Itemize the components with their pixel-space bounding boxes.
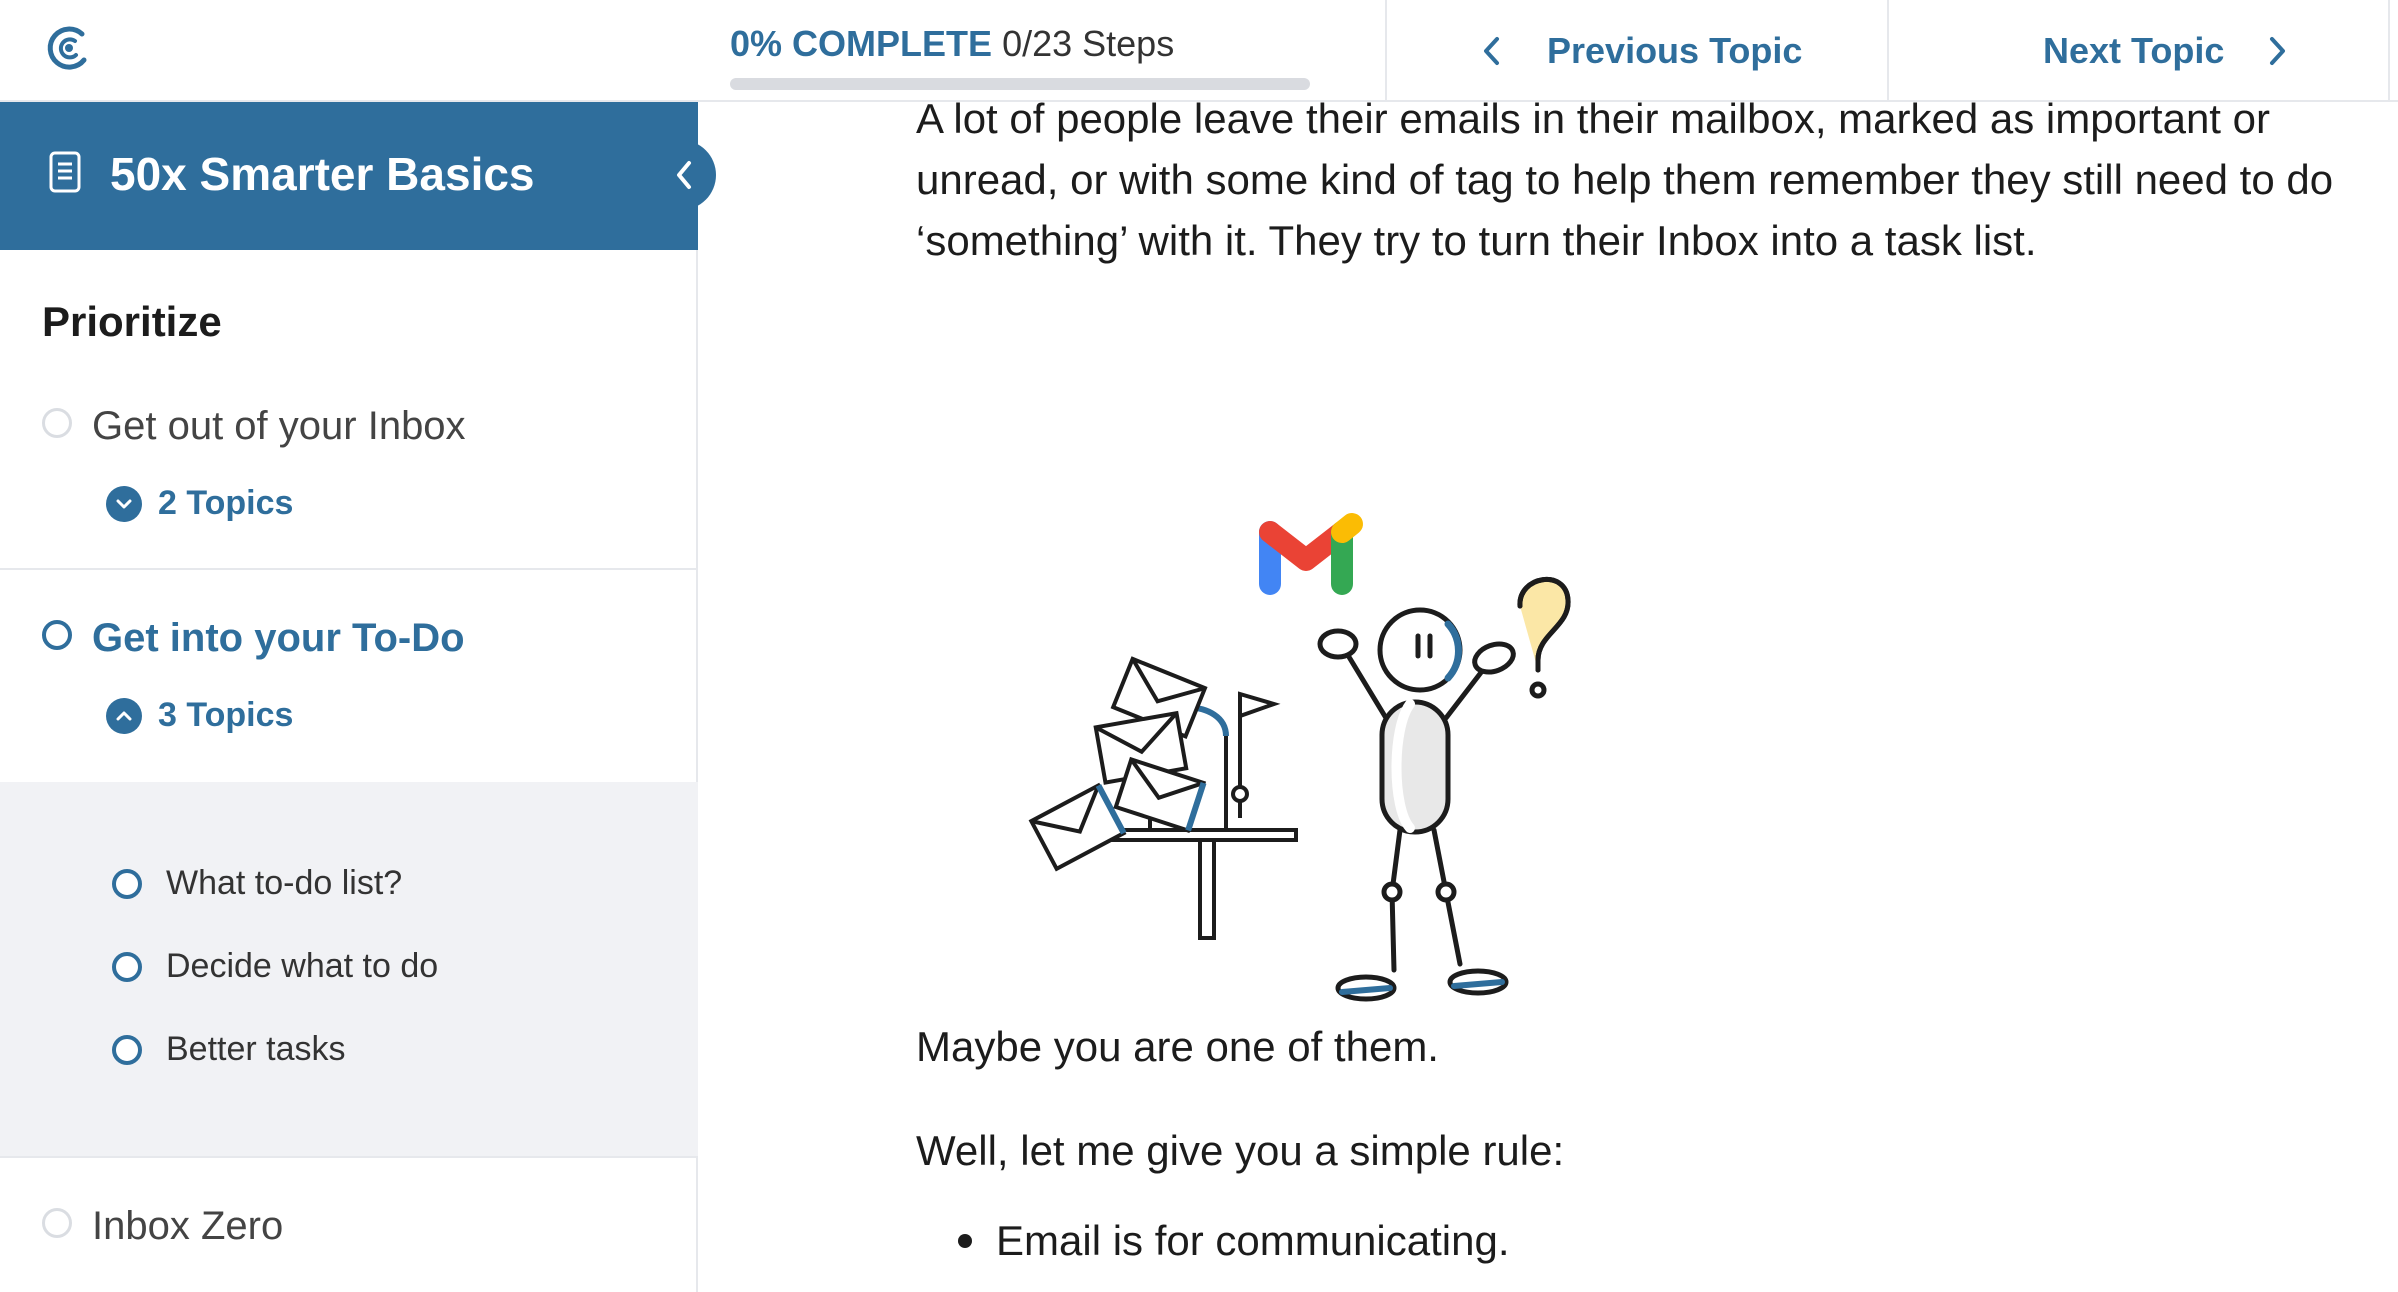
course-title[interactable]: 50x Smarter Basics [110, 146, 535, 202]
intro-paragraph: A lot of people leave their emails in th… [916, 102, 2334, 264]
progress-indicator: 0% COMPLETE 0/23 Steps [730, 20, 1310, 90]
chevron-up-icon [106, 697, 142, 734]
topic-link[interactable]: Better tasks [112, 1030, 346, 1069]
chevron-left-icon [677, 161, 691, 189]
topic-label: What to-do list? [166, 864, 403, 902]
course-header: 50x Smarter Basics [0, 102, 698, 250]
topics-count-label: 3 Topics [158, 696, 294, 734]
chevron-right-icon [2270, 37, 2286, 65]
lesson-link-get-into-todo[interactable]: Get into your To-Do [92, 616, 465, 661]
lesson-topics-toggle[interactable]: 3 Topics [106, 696, 293, 735]
previous-topic-button[interactable]: Previous Topic [1385, 0, 1888, 102]
top-bar: 0% COMPLETE 0/23 Steps Previous Topic Ne… [0, 0, 2398, 102]
lesson-status-radio [42, 408, 72, 438]
divider [0, 568, 698, 570]
lesson-status-radio [42, 1208, 72, 1238]
paragraph: Well, let me give you a simple rule: [916, 1127, 1565, 1174]
progress-bar [730, 78, 1310, 90]
bullet-list: Email is for communicating. [958, 1210, 1510, 1271]
topic-status-radio [112, 1034, 142, 1065]
stick-figure-icon [1317, 607, 1516, 1002]
lesson-status-radio [42, 620, 72, 650]
chevron-down-icon [106, 485, 142, 522]
topic-status-radio [112, 868, 142, 899]
lesson-topics-toggle[interactable]: 2 Topics [106, 484, 293, 523]
document-icon [49, 151, 81, 193]
bullet-item: Email is for communicating. [958, 1210, 1510, 1271]
topic-label: Decide what to do [166, 947, 439, 985]
previous-topic-label: Previous Topic [1547, 30, 1803, 71]
site-logo-icon[interactable] [42, 22, 92, 74]
lesson-link-get-out-of-inbox[interactable]: Get out of your Inbox [92, 404, 466, 449]
question-mark-icon [1517, 576, 1571, 699]
email-illustration [1028, 513, 1571, 1002]
topic-label: Better tasks [166, 1030, 346, 1068]
topics-count-label: 2 Topics [158, 484, 294, 522]
lesson-link-inbox-zero[interactable]: Inbox Zero [92, 1204, 283, 1249]
topics-list-panel: What to-do list? Decide what to do Bette… [0, 764, 698, 1156]
topic-link[interactable]: Decide what to do [112, 947, 438, 986]
chevron-left-icon [1484, 37, 1499, 65]
topic-link[interactable]: What to-do list? [112, 864, 402, 903]
lesson-content: A lot of people leave their emails in th… [700, 102, 2398, 1292]
next-topic-button[interactable]: Next Topic [1887, 0, 2390, 102]
divider [0, 1156, 698, 1158]
gmail-logo-icon [1259, 513, 1363, 595]
next-topic-label: Next Topic [2043, 30, 2225, 71]
progress-steps: 0/23 Steps [1002, 23, 1175, 64]
course-sidebar: 50x Smarter Basics Prioritize Get out of… [0, 102, 716, 1292]
section-heading: Prioritize [42, 298, 222, 345]
progress-percent: 0% COMPLETE [730, 23, 993, 64]
topic-status-radio [112, 951, 142, 982]
paragraph: Maybe you are one of them. [916, 1023, 1439, 1070]
